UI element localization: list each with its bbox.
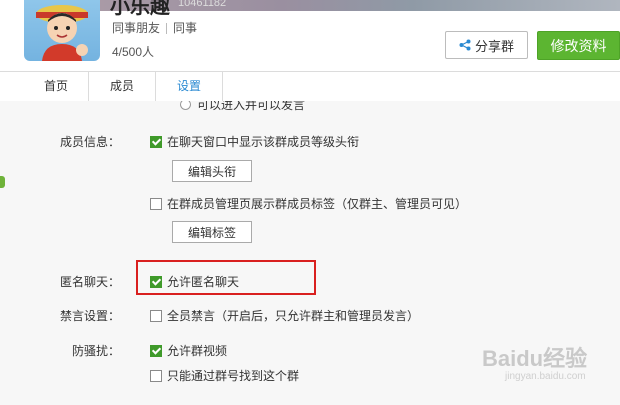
show-level-title-checkbox[interactable] <box>150 135 162 148</box>
show-level-title-option[interactable]: 在聊天窗口中显示该群成员等级头衔 <box>150 133 359 150</box>
share-group-button[interactable]: 分享群 <box>445 31 528 59</box>
mute-all-option[interactable]: 全员禁言（开启后，只允许群主和管理员发言） <box>150 307 419 324</box>
avatar-illustration <box>36 5 88 61</box>
show-member-tag-label: 在群成员管理页展示群成员标签（仅群主、管理员可见） <box>167 197 468 211</box>
join-permission-option[interactable]: 可以进入并可以发言 <box>180 101 305 113</box>
tab-home[interactable]: 首页 <box>24 72 88 101</box>
find-by-number-label: 只能通过群号找到这个群 <box>167 369 300 383</box>
allow-group-video-label: 允许群视频 <box>167 344 228 358</box>
group-tag: 同事朋友 <box>112 21 161 35</box>
group-name: 小乐趣 <box>110 0 170 18</box>
show-member-tag-checkbox[interactable] <box>150 197 162 210</box>
tab-settings[interactable]: 设置 <box>156 72 222 101</box>
anti-harass-label: 防骚扰： <box>72 344 121 358</box>
tab-members[interactable]: 成员 <box>89 72 155 101</box>
allow-group-video-option[interactable]: 允许群视频 <box>150 342 227 359</box>
group-id: 10461182 <box>178 0 227 9</box>
allow-group-video-checkbox[interactable] <box>150 344 162 357</box>
find-by-number-checkbox[interactable] <box>150 369 162 382</box>
watermark-url: jingyan.baidu.com <box>505 371 586 382</box>
tab-bar: 首页 成员 设置 <box>0 71 620 102</box>
watermark: Baidu经验 <box>482 346 588 371</box>
edit-tag-button[interactable]: 编辑标签 <box>172 221 252 243</box>
share-group-label: 分享群 <box>474 38 514 54</box>
member-count: 4/500人 <box>112 45 155 59</box>
find-by-number-option[interactable]: 只能通过群号找到这个群 <box>150 367 299 384</box>
join-permission-label: 可以进入并可以发言 <box>197 101 306 112</box>
member-info-label: 成员信息： <box>60 135 121 149</box>
show-member-tag-option[interactable]: 在群成员管理页展示群成员标签（仅群主、管理员可见） <box>150 195 467 212</box>
edit-title-button[interactable]: 编辑头衔 <box>172 160 252 182</box>
group-tags: 同事朋友 同事 <box>112 19 197 36</box>
group-avatar[interactable] <box>24 0 100 61</box>
tag-divider <box>166 23 168 35</box>
edit-profile-button[interactable]: 修改资料 <box>537 31 620 60</box>
mute-all-checkbox[interactable] <box>150 309 162 322</box>
show-level-title-label: 在聊天窗口中显示该群成员等级头衔 <box>167 135 360 149</box>
side-indicator <box>0 176 5 188</box>
anonymous-chat-label: 匿名聊天： <box>60 275 121 289</box>
tab-divider <box>222 72 223 101</box>
share-icon <box>459 39 471 51</box>
mute-settings-label: 禁言设置： <box>60 309 121 323</box>
settings-panel: 可以进入并可以发言 成员信息： 在聊天窗口中显示该群成员等级头衔 编辑头衔 在群… <box>0 101 620 405</box>
radio-button[interactable] <box>180 101 191 110</box>
group-tag: 同事 <box>173 21 198 35</box>
mute-all-label: 全员禁言（开启后，只允许群主和管理员发言） <box>167 309 420 323</box>
highlight-box <box>136 260 316 295</box>
group-header: 小乐趣 10461182 同事朋友 同事 4/500人 分享群 修改资料 <box>0 0 620 71</box>
